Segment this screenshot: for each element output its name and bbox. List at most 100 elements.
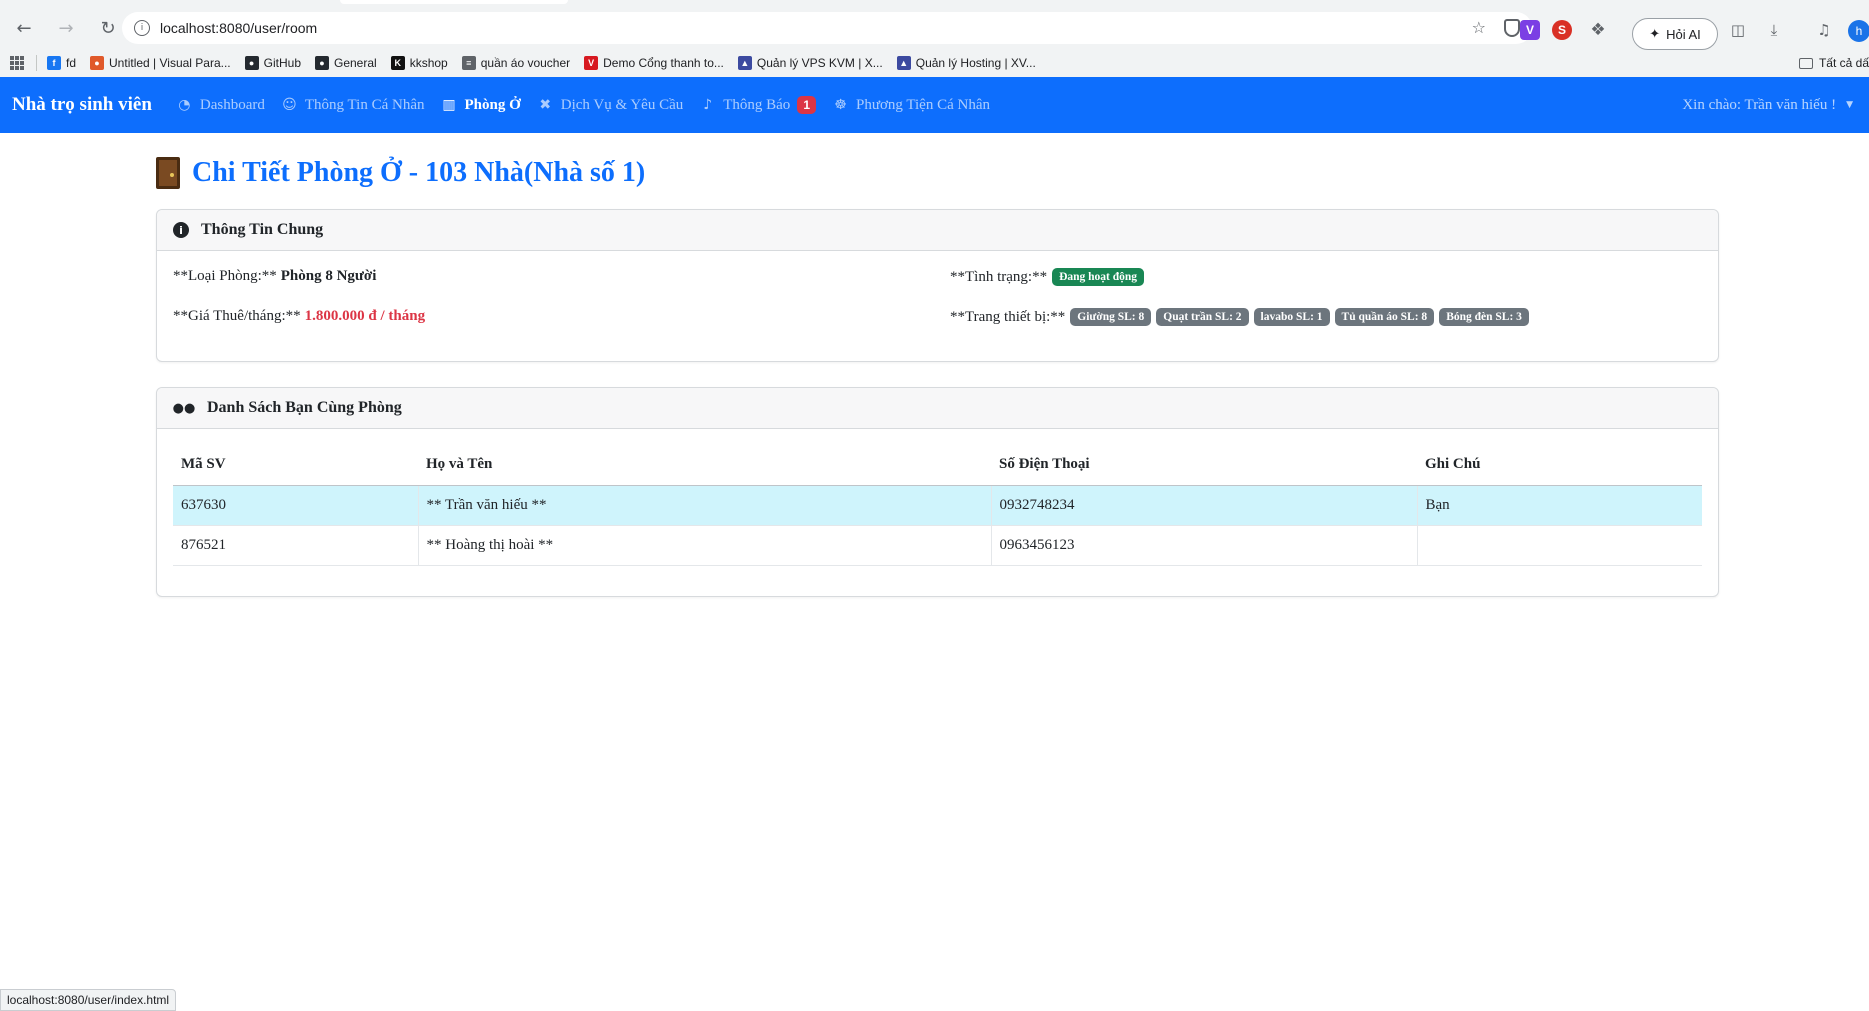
bell-icon: ♪ — [703, 97, 713, 113]
nav-item-6[interactable]: ☸ Phương Tiện Cá Nhân — [832, 97, 990, 114]
bookmark-star-icon[interactable]: ☆ — [1472, 18, 1486, 37]
vnpay-icon: V — [584, 56, 599, 70]
bookmark-list: f fd ● Untitled | Visual Para... ● GitHub ● Gen… — [47, 56, 1050, 70]
status-row: **Tình trạng:** Đang hoạt động — [950, 268, 1145, 286]
bookmark-item[interactable]: f fd — [47, 56, 76, 70]
forward-arrow-icon[interactable]: → — [48, 10, 84, 46]
roommates-title: Danh Sách Bạn Cùng Phòng — [207, 399, 402, 416]
github-icon: ● — [244, 56, 259, 70]
bookmarks-bar: f fd ● Untitled | Visual Para... ● GitHub ● Gen… — [0, 50, 1869, 76]
roommates-table: Mã SV Họ và Tên Số Điện Thoại Ghi Chú 63… — [173, 445, 1702, 566]
nav-item-label: Dịch Vụ & Yêu Cầu — [560, 96, 684, 113]
caret-down-icon: ▼ — [1846, 100, 1853, 110]
notification-count-badge: 1 — [797, 96, 816, 114]
phone-cell: 0932748234 — [990, 485, 1417, 526]
bookmark-item[interactable]: ● General — [315, 56, 377, 70]
roommates-card: ●● Danh Sách Bạn Cùng Phòng Mã SV Họ và … — [156, 387, 1719, 597]
all-bookmarks-button[interactable]: Tất cả dấ — [1798, 50, 1869, 76]
nav-item-label: Phòng Ở — [464, 96, 521, 113]
server-icon: ▲ — [896, 56, 911, 70]
download-icon[interactable]: ⤓ — [1764, 20, 1784, 40]
active-tab-edge[interactable] — [340, 0, 568, 4]
note-cell — [1416, 525, 1702, 566]
bookmark-item[interactable]: Kkkshop — [390, 56, 448, 70]
column-header-name: Họ và Tên — [418, 445, 991, 486]
address-url[interactable]: localhost:8080/user/room — [160, 20, 317, 36]
room-type-value: Phòng 8 Người — [280, 268, 377, 284]
extensions-puzzle-icon[interactable]: ❖ — [1588, 20, 1608, 40]
brand-link[interactable]: Nhà trọ sinh viên — [12, 94, 152, 116]
bookmark-label: fd — [66, 56, 77, 70]
bookmark-label: GitHub — [263, 56, 301, 70]
student-id-cell: 876521 — [173, 525, 418, 566]
bookmark-item[interactable]: ● GitHub — [244, 56, 301, 70]
users-icon: ●● — [172, 400, 196, 416]
nav-item-label: Phương Tiện Cá Nhân — [856, 96, 990, 113]
nav-item-2[interactable]: ☺ Thông Tin Cá Nhân — [281, 96, 425, 114]
media-control-icon[interactable]: ♫ — [1814, 20, 1834, 40]
browser-chrome: ← → ↻ i localhost:8080/user/room ☆ V S ❖… — [0, 0, 1869, 77]
visual-paradigm-icon: ● — [90, 56, 105, 70]
profile-avatar[interactable]: h — [1848, 20, 1869, 42]
tools-icon: ✖ — [539, 97, 552, 113]
bookmark-item[interactable]: ● Untitled | Visual Para... — [90, 56, 231, 70]
equipment-badge: Bóng đèn SL: 3 — [1439, 308, 1529, 326]
github-icon: ● — [315, 56, 329, 70]
nav-menu: ◔ Dashboard ☺ Thông Tin Cá Nhân ▥ Phòng Ở ✖ Dịc… — [176, 96, 1006, 114]
voucher-icon: ≡ — [461, 56, 476, 70]
column-header-phone: Số Điện Thoại — [991, 445, 1417, 486]
general-info-header: i Thông Tin Chung — [157, 210, 1718, 251]
column-header-student-id: Mã SV — [173, 445, 418, 486]
roommates-table-wrap: Mã SV Họ và Tên Số Điện Thoại Ghi Chú 63… — [157, 429, 1718, 566]
room-type-label: **Loại Phòng:** — [173, 268, 277, 284]
table-row: 637630 ** Trần văn hiếu ** 0932748234 Bạn — [173, 485, 1702, 526]
bookmarks-divider — [36, 55, 37, 71]
nav-item-3[interactable]: ▥ Phòng Ở — [440, 97, 520, 114]
back-arrow-icon[interactable]: ← — [6, 10, 42, 46]
nav-item-5[interactable]: ♪ Thông Báo 1 — [699, 96, 816, 114]
roommates-header: ●● Danh Sách Bạn Cùng Phòng — [157, 388, 1718, 429]
reload-icon[interactable]: ↻ — [90, 10, 126, 46]
bookmark-label: Quản lý VPS KVM | X... — [756, 56, 883, 70]
bookmark-item[interactable]: V Demo Cổng thanh to... — [584, 56, 724, 70]
bookmark-label: kkshop — [409, 56, 448, 70]
name-cell: ** Hoàng thị hoài ** — [417, 525, 991, 566]
bookmark-label: General — [334, 56, 377, 70]
equipment-badge: Quạt trần SL: 2 — [1156, 308, 1249, 326]
extension-s-icon[interactable]: S — [1552, 20, 1572, 40]
door-icon — [156, 157, 180, 189]
address-bar[interactable]: i localhost:8080/user/room ☆ — [122, 12, 1532, 44]
link-status-bar: localhost:8080/user/index.html — [0, 989, 177, 1011]
equipment-badge: lavabo SL: 1 — [1253, 308, 1330, 326]
ask-ai-button[interactable]: ✦ Hỏi AI — [1632, 18, 1718, 50]
extension-v-icon[interactable]: V — [1520, 20, 1540, 40]
apps-grid-icon[interactable] — [10, 56, 24, 70]
folder-icon — [1798, 57, 1813, 69]
nav-item-1[interactable]: ◔ Dashboard — [176, 97, 265, 114]
bookmark-item[interactable]: ▲ Quản lý Hosting | XV... — [896, 56, 1036, 70]
bookmark-item[interactable]: ≡ quần áo voucher — [461, 56, 570, 70]
nav-item-label: Thông Tin Cá Nhân — [304, 96, 425, 113]
roommates-table-body: 637630 ** Trần văn hiếu ** 0932748234 Bạn 87… — [173, 485, 1702, 566]
phone-cell: 0963456123 — [990, 525, 1417, 566]
general-info-title: Thông Tin Chung — [201, 221, 324, 238]
split-view-icon[interactable]: ◫ — [1728, 20, 1748, 40]
general-info-card: i Thông Tin Chung **Loại Phòng:** Phòng … — [156, 209, 1719, 362]
equipment-badge: Tủ quần áo SL: 8 — [1334, 308, 1435, 326]
bookmark-item[interactable]: ▲ Quản lý VPS KVM | X... — [737, 56, 883, 70]
shield-extension-icon[interactable] — [1504, 19, 1520, 37]
student-id-cell: 637630 — [173, 485, 418, 526]
equipment-row: **Trang thiết bị:** Giường SL: 8 Quạt trầ… — [950, 308, 1529, 326]
info-circle-icon: i — [173, 222, 189, 238]
sparkle-icon: ✦ — [1649, 26, 1661, 42]
nav-item-4[interactable]: ✖ Dịch Vụ & Yêu Cầu — [537, 97, 683, 114]
table-header-row: Mã SV Họ và Tên Số Điện Thoại Ghi Chú — [173, 445, 1702, 486]
nav-item-label: Thông Báo — [723, 96, 791, 113]
building-icon: ▥ — [442, 97, 456, 113]
site-info-icon[interactable]: i — [134, 20, 150, 36]
user-dropdown[interactable]: Xin chào: Trần văn hiếu ! ▼ — [1682, 77, 1853, 133]
tachometer-icon: ◔ — [178, 97, 191, 113]
server-icon: ▲ — [737, 56, 752, 70]
status-badge: Đang hoạt động — [1052, 268, 1145, 286]
equipment-badges: Giường SL: 8 Quạt trần SL: 2 lavabo SL: 1T… — [1065, 308, 1529, 326]
